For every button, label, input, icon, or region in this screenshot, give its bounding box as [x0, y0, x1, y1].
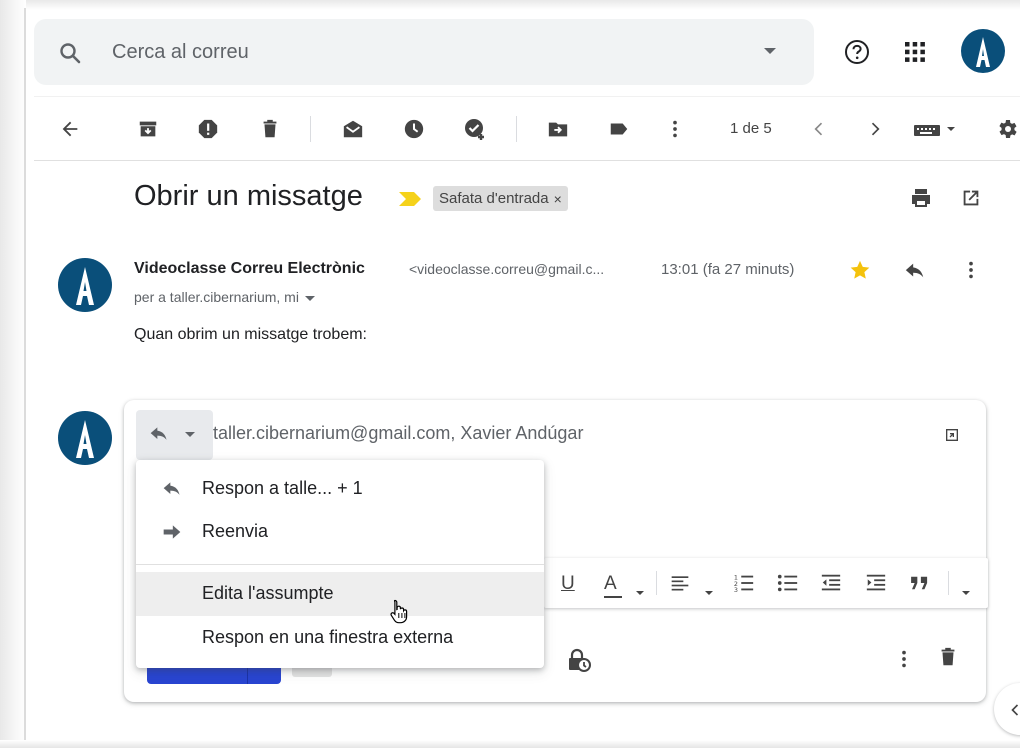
toolbar-divider-bottom [34, 160, 1020, 161]
reply-type-button[interactable] [136, 410, 213, 460]
toolbar-divider [516, 116, 517, 142]
menu-item-label: Edita l'assumpte [202, 583, 334, 603]
align-icon[interactable] [669, 573, 691, 593]
avatar-logo-icon [976, 37, 990, 67]
help-icon[interactable] [843, 38, 871, 66]
header-divider [34, 96, 1020, 97]
mark-unread-icon[interactable] [340, 116, 366, 142]
more-formatting-caret-icon[interactable] [962, 580, 970, 606]
chevron-left-icon[interactable] [1010, 703, 1020, 717]
pop-out-reply-icon[interactable] [944, 427, 960, 443]
format-divider [656, 571, 657, 595]
menu-item-edit-subject[interactable]: Edita l'assumpte [136, 572, 544, 616]
window-shadow-top [0, 0, 1020, 10]
search-bar[interactable] [34, 19, 814, 85]
recipients-line[interactable]: per a taller.cibernarium, mi [134, 289, 315, 305]
delete-icon[interactable] [257, 116, 283, 142]
reply-type-menu: Respon a talle... + 1 Reenvia Edita l'as… [136, 460, 544, 668]
settings-gear-icon[interactable] [994, 116, 1020, 142]
avatar-logo-icon [76, 420, 94, 458]
open-in-new-window-icon[interactable] [960, 187, 982, 209]
reply-icon [150, 427, 167, 440]
menu-divider [136, 564, 544, 565]
show-details-caret-icon[interactable] [304, 295, 315, 301]
text-color-indicator [604, 596, 622, 598]
search-icon[interactable] [58, 41, 82, 65]
more-options-icon[interactable] [965, 259, 977, 281]
menu-item-label: Respon a talle... + 1 [202, 478, 363, 498]
message-time: 13:01 (fa 27 minuts) [661, 261, 795, 278]
account-avatar[interactable] [961, 29, 1005, 73]
quote-icon[interactable] [908, 575, 932, 591]
star-icon[interactable] [849, 259, 871, 281]
gmail-window: 1 de 5 Obrir un missatge Safata d'entrad… [0, 0, 1020, 748]
snooze-icon[interactable] [401, 116, 427, 142]
discard-draft-icon[interactable] [937, 645, 959, 669]
label-icon[interactable] [606, 116, 632, 142]
avatar-logo-icon [76, 267, 94, 305]
menu-item-forward[interactable]: Reenvia [136, 510, 544, 554]
underline-button[interactable]: U [561, 571, 575, 597]
more-actions-icon[interactable] [662, 116, 688, 142]
menu-item-label: Reenvia [202, 521, 269, 541]
archive-icon[interactable] [135, 116, 161, 142]
apps-grid-icon[interactable] [903, 40, 927, 64]
indent-more-icon[interactable] [865, 572, 887, 594]
label-chip-inbox[interactable]: Safata d'entrada × [433, 186, 568, 211]
sender-avatar[interactable] [58, 258, 112, 312]
numbered-list-icon[interactable]: 123 [733, 572, 755, 594]
window-edge [24, 8, 26, 740]
hand-cursor-icon [390, 599, 408, 624]
format-divider [948, 571, 949, 595]
forward-icon [163, 525, 181, 539]
reply-icon[interactable] [903, 260, 927, 282]
label-chip-text: Safata d'entrada [439, 190, 549, 207]
pagination-count: 1 de 5 [730, 120, 772, 137]
older-chevron-right-icon[interactable] [862, 116, 888, 142]
input-tools-keyboard-icon[interactable] [912, 116, 960, 142]
reply-recipients[interactable]: taller.cibernarium@gmail.com, Xavier And… [213, 423, 583, 444]
importance-marker-icon[interactable] [398, 191, 422, 207]
confidential-mode-icon[interactable] [566, 647, 592, 673]
remove-label-icon[interactable]: × [554, 191, 562, 207]
newer-chevron-left-icon[interactable] [806, 116, 832, 142]
search-input[interactable] [112, 37, 712, 67]
add-to-tasks-icon[interactable] [462, 116, 488, 142]
back-icon[interactable] [57, 116, 83, 142]
align-caret-icon[interactable] [705, 580, 713, 606]
email-subject: Obrir un missatge [134, 180, 363, 212]
bulleted-list-icon[interactable] [777, 572, 799, 594]
reply-type-caret-icon[interactable] [185, 432, 195, 437]
window-shadow-left [0, 0, 26, 748]
window-shadow-bottom [0, 740, 1020, 748]
text-color-caret-icon[interactable] [636, 580, 644, 606]
indent-less-icon[interactable] [820, 572, 842, 594]
menu-item-label: Respon en una finestra externa [202, 627, 454, 647]
message-body: Quan obrim un missatge trobem: [134, 326, 367, 343]
recipients-text: per a taller.cibernarium, mi [134, 289, 299, 305]
search-options-caret-icon[interactable] [764, 48, 776, 54]
sender-name[interactable]: Videoclasse Correu Electrònic [134, 260, 365, 278]
move-to-icon[interactable] [545, 116, 571, 142]
print-icon[interactable] [909, 186, 933, 210]
sender-email: <videoclasse.correu@gmail.c... [409, 261, 605, 277]
menu-item-reply-popout[interactable]: Respon en una finestra externa [136, 616, 544, 660]
more-options-icon[interactable] [898, 648, 910, 670]
toolbar-divider [310, 116, 311, 142]
report-spam-icon[interactable] [195, 116, 221, 142]
menu-item-reply[interactable]: Respon a talle... + 1 [136, 467, 544, 511]
reply-icon [163, 482, 180, 495]
svg-text:3: 3 [734, 586, 738, 594]
text-color-button[interactable]: A [604, 571, 617, 597]
reply-avatar [58, 411, 112, 465]
